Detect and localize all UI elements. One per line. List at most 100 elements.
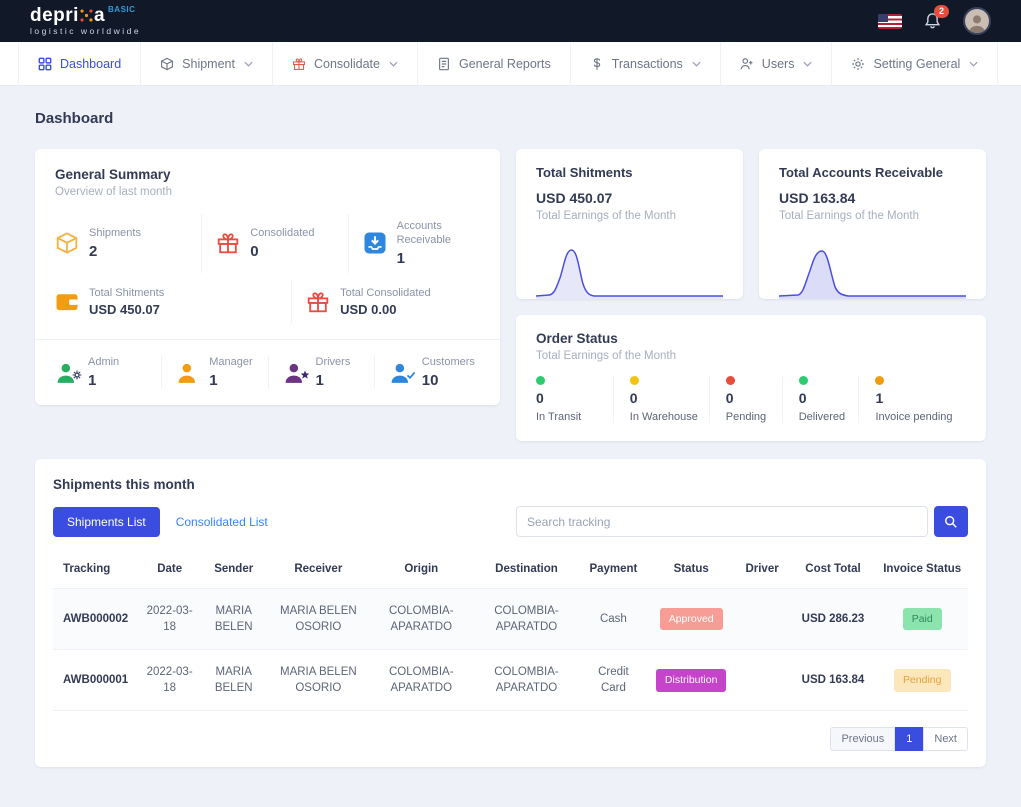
logo-badge: BASIC	[108, 5, 136, 15]
us-flag-icon[interactable]	[878, 13, 902, 29]
cell-invoice-status: Pending	[876, 650, 968, 711]
cell-date: 2022-03-18	[146, 666, 193, 695]
status-dot	[629, 376, 639, 385]
menu-label: Consolidate	[313, 56, 380, 71]
card-title: Total Accounts Receivable	[779, 165, 943, 180]
page-title: Dashboard	[35, 110, 114, 127]
shipments-card: Shipments this month Shipments List Cons…	[35, 459, 986, 768]
menu-label: Transactions	[611, 56, 683, 71]
cell-cost-total: USD 286.23	[801, 612, 865, 625]
cell-tracking: AWB000002	[63, 612, 129, 625]
menu-item-shipment[interactable]: Shipment	[141, 42, 273, 85]
right-column: Total Shitments USD 450.07 Total Earning…	[516, 149, 986, 441]
search-input[interactable]	[516, 506, 928, 537]
admin-user-icon	[55, 362, 82, 385]
stat-manager: Manager 1	[161, 356, 267, 389]
shipments-list-tab[interactable]: Shipments List	[53, 506, 160, 537]
stat-drivers: Drivers 1	[267, 356, 374, 389]
logo-text: depri a	[30, 6, 105, 25]
col-payment: Payment	[589, 563, 638, 575]
stat-value: 10	[421, 372, 439, 389]
invoice-status-badge: Pending	[893, 668, 951, 692]
stat-value: USD 450.07	[89, 302, 160, 318]
status-dot	[725, 376, 735, 385]
stat-value: 2	[89, 242, 98, 260]
col-receiver: Receiver	[294, 563, 343, 575]
col-origin: Origin	[404, 563, 439, 575]
invoice-status-badge: Paid	[902, 607, 942, 631]
driver-user-icon	[283, 362, 309, 384]
top-grid: General Summary Overview of last month S…	[35, 149, 986, 441]
menu-label: Shipment	[182, 56, 235, 71]
stat-total-consolidated: Total Consolidated USD 0.00	[291, 280, 480, 324]
col-date: Date	[157, 563, 183, 575]
top-navbar: depri a BASIC logistic worldwide 2	[0, 0, 1021, 42]
card-subtitle: Total Earnings of the Month	[779, 210, 919, 222]
col-invoice-status: Invoice Status	[883, 563, 962, 575]
avatar[interactable]	[963, 7, 991, 35]
sparkline-chart	[536, 249, 723, 299]
status-dot	[798, 376, 808, 385]
card-title: Total Shitments	[536, 165, 633, 180]
chevron-down-icon	[244, 61, 253, 67]
status-badge: Distribution	[655, 668, 727, 692]
page-number-button[interactable]: 1	[895, 727, 924, 752]
status-label: In Transit	[536, 411, 582, 423]
dashboard-icon	[38, 57, 52, 71]
shipments-table: Tracking Date Sender Receiver Origin Des…	[53, 551, 968, 711]
summary-stats-row: Shipments 2 Consolidated 0 Accounts Rece…	[35, 214, 500, 273]
box-icon	[160, 57, 174, 71]
general-summary-card: General Summary Overview of last month S…	[35, 149, 500, 405]
menu-item-users[interactable]: Users	[721, 42, 833, 85]
cell-driver	[735, 650, 790, 711]
previous-page-button[interactable]: Previous	[830, 727, 896, 752]
general-summary-title: General Summary	[55, 167, 171, 182]
gift-icon	[306, 290, 330, 314]
cell-tracking: AWB000001	[63, 674, 129, 687]
stat-label: Accounts Receivable	[396, 220, 452, 246]
menu-item-consolidate[interactable]: Consolidate	[273, 42, 418, 85]
cell-payment: Credit Card	[598, 666, 629, 695]
menu-item-dashboard[interactable]: Dashboard	[18, 42, 142, 85]
status-dot	[536, 376, 545, 385]
menu-item-general-reports[interactable]: General Reports	[418, 42, 571, 85]
stat-label: Shipments	[89, 226, 141, 239]
report-icon	[437, 57, 451, 71]
status-label: Delivered	[798, 411, 846, 423]
col-cost-total: Cost Total	[805, 563, 861, 575]
col-driver: Driver	[745, 563, 779, 575]
menu-label: Dashboard	[60, 56, 122, 71]
status-dot	[875, 376, 885, 385]
stat-value: 0	[250, 242, 259, 260]
table-row[interactable]: AWB000002 2022-03-18 MARIA BELEN MARIA B…	[53, 588, 968, 650]
check-icon	[406, 367, 416, 385]
status-badge: Approved	[659, 607, 723, 631]
bell-icon[interactable]: 2	[924, 5, 950, 30]
menu-item-setting-general[interactable]: Setting General	[832, 42, 999, 85]
next-page-button[interactable]: Next	[923, 727, 968, 752]
stat-value: 1	[315, 372, 324, 389]
col-tracking: Tracking	[63, 563, 111, 575]
gear-icon	[72, 367, 82, 385]
app-root: depri a BASIC logistic worldwide 2 Dashbo…	[0, 0, 1021, 768]
status-value: 0	[629, 390, 638, 406]
stat-admin: Admin 1	[55, 356, 161, 389]
status-label: Pending	[725, 411, 767, 423]
search-button[interactable]	[934, 506, 968, 537]
stat-consolidated: Consolidated 0	[201, 214, 347, 273]
user-plus-icon	[740, 57, 754, 71]
table-row[interactable]: AWB000001 2022-03-18 MARIA BELEN MARIA B…	[53, 649, 968, 711]
menu-label: General Reports	[458, 56, 551, 71]
logo-post: a	[93, 5, 106, 27]
order-status-subtitle: Total Earnings of the Month	[536, 350, 676, 362]
consolidated-list-tab[interactable]: Consolidated List	[176, 515, 268, 529]
stat-total-shipments: Total Shitments USD 450.07	[55, 281, 291, 324]
logo-tagline: logistic worldwide	[30, 26, 142, 37]
stat-value: USD 0.00	[340, 302, 397, 318]
cell-receiver: MARIA BELEN OSORIO	[279, 666, 357, 695]
card-value: USD 450.07	[536, 190, 613, 206]
stat-label: Total Consolidated	[340, 286, 431, 299]
menu-item-transactions[interactable]: Transactions	[571, 42, 721, 85]
logo[interactable]: depri a BASIC logistic worldwide	[30, 6, 141, 36]
cell-status: Distribution	[648, 650, 735, 711]
